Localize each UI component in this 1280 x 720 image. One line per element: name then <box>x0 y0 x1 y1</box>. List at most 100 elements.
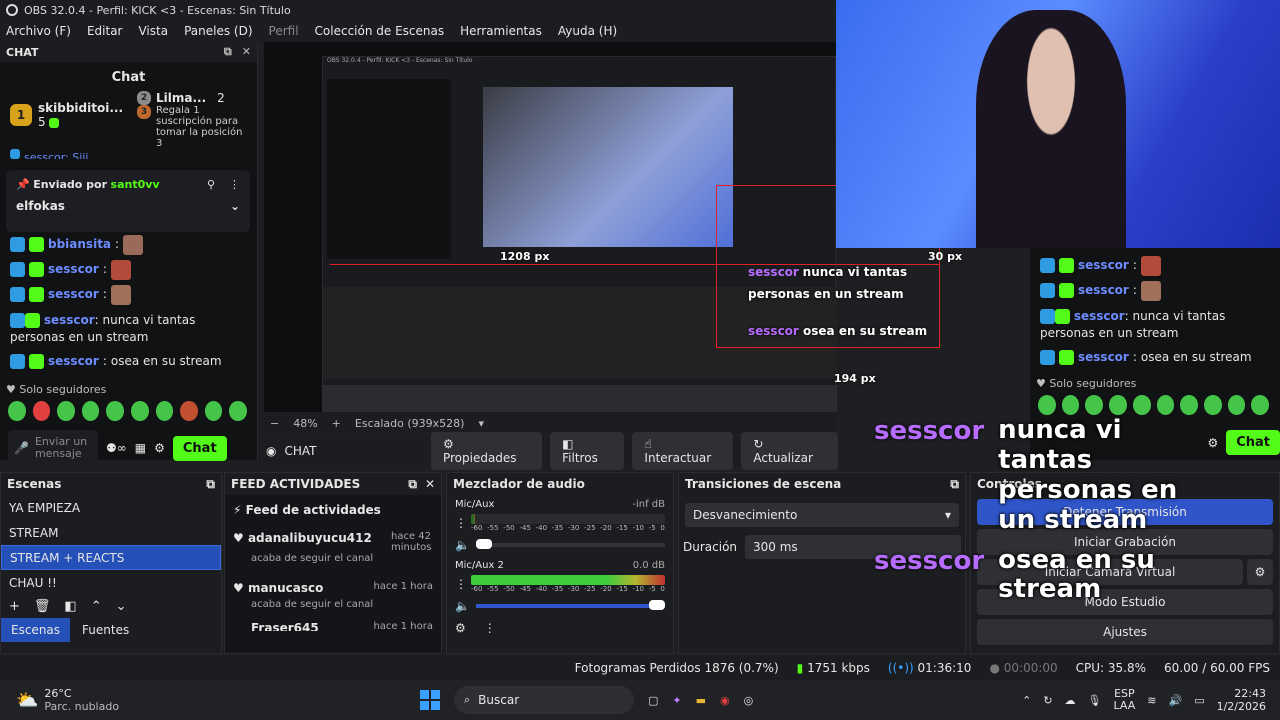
dropped-frames: Fotogramas Perdidos 1876 (0.7%) <box>574 661 779 675</box>
rec-time: 00:00:00 <box>1003 661 1058 675</box>
speaker-icon[interactable]: 🔈 <box>455 599 470 613</box>
chat-username[interactable]: sesscor <box>48 261 99 278</box>
emote-icon[interactable] <box>180 401 198 421</box>
feed-user[interactable]: manucasco <box>248 581 323 595</box>
add-icon[interactable]: + <box>9 599 20 614</box>
channel-menu-icon[interactable]: ⋮ <box>455 577 467 591</box>
meter-scale: -60 -55 -50 -45 -40 -35 -30 -25 -20 -15 -10 -5 0 <box>471 585 665 593</box>
chat-username[interactable]: sesscor <box>48 353 99 370</box>
feed-user[interactable]: Fraser645 <box>251 621 319 631</box>
emote-icon[interactable] <box>8 401 26 421</box>
gear-icon[interactable]: ⚙ <box>1207 436 1218 450</box>
emote-icon[interactable] <box>106 401 124 421</box>
tab-scenes[interactable]: Escenas <box>1 618 71 642</box>
mic-tray-icon[interactable]: 🎙 <box>1088 694 1102 707</box>
weather-widget[interactable]: ⛅ 26°C Parc. nublado <box>0 687 420 713</box>
tab-sources[interactable]: Fuentes <box>70 618 141 642</box>
gifter-2-name[interactable]: Lilma... <box>156 91 206 105</box>
close-icon[interactable]: ✕ <box>242 45 251 59</box>
emote-icon[interactable] <box>32 401 51 421</box>
gifter-1-name[interactable]: skibbiditoi... <box>38 101 123 115</box>
taskbar-search[interactable]: ⌕ Buscar <box>454 686 634 714</box>
chat-username[interactable]: sesscor <box>44 313 95 327</box>
pinned-text: elfokas <box>16 199 65 213</box>
language-indicator[interactable]: ESP LAA <box>1114 688 1136 712</box>
gear-icon[interactable]: ⚙ <box>154 441 165 455</box>
speaker-icon[interactable]: 🔈 <box>455 538 470 552</box>
volume-meter <box>471 575 665 585</box>
battery-icon[interactable]: ▭ <box>1194 694 1204 707</box>
settings-button[interactable]: Ajustes <box>977 619 1273 645</box>
copilot-icon[interactable]: ✦ <box>672 694 681 707</box>
volume-slider[interactable] <box>475 600 665 610</box>
zoom-in-icon[interactable]: + <box>332 417 341 430</box>
menu-profile[interactable]: Perfil <box>269 24 299 38</box>
chrome-icon[interactable]: ◉ <box>720 694 730 707</box>
windows-start-icon[interactable] <box>420 690 440 710</box>
menu-help[interactable]: Ayuda (H) <box>558 24 617 38</box>
store-icon[interactable]: ▦ <box>135 441 146 455</box>
trash-icon[interactable]: 🗑 <box>34 599 51 614</box>
chat-input[interactable]: Enviar un mensaje <box>35 436 92 460</box>
send-chat-button[interactable]: Chat <box>1226 430 1280 455</box>
float-icon[interactable]: ⧉ <box>408 477 417 492</box>
volume-handle[interactable] <box>475 539 492 549</box>
feed-user[interactable]: adanalibuyucu412 <box>248 531 372 545</box>
chat-username[interactable]: sesscor <box>48 286 99 303</box>
refresh-button[interactable]: ↻ Actualizar <box>741 432 838 470</box>
emote-icon[interactable] <box>204 401 223 421</box>
volume-icon[interactable]: 🔊 <box>1168 694 1182 707</box>
move-down-icon[interactable]: ⌄ <box>116 599 127 614</box>
float-icon[interactable]: ⧉ <box>224 45 232 59</box>
menu-docks[interactable]: Paneles (D) <box>184 24 252 38</box>
volume-handle[interactable] <box>649 600 665 610</box>
wifi-icon[interactable]: ≋ <box>1147 694 1156 707</box>
move-up-icon[interactable]: ⌃ <box>91 599 102 614</box>
menu-scene-collection[interactable]: Colección de Escenas <box>315 24 445 38</box>
microphone-icon[interactable]: 🎤 <box>14 441 29 455</box>
clock[interactable]: 22:43 1/2/2026 <box>1217 687 1266 713</box>
live-time: 01:36:10 <box>917 661 972 675</box>
more-icon[interactable]: ⋮ <box>484 621 496 635</box>
emote-icon[interactable] <box>57 401 75 421</box>
menu-edit[interactable]: Editar <box>87 24 123 38</box>
scene-item[interactable]: CHAU !! <box>1 570 221 595</box>
properties-button[interactable]: ⚙ Propiedades <box>430 432 543 470</box>
menu-file[interactable]: Archivo (F) <box>6 24 71 38</box>
volume-slider[interactable] <box>475 539 665 549</box>
emote-icon[interactable] <box>130 401 149 421</box>
more-icon[interactable]: ⋮ <box>229 178 240 191</box>
chevron-up-icon[interactable]: ⌃ <box>1022 694 1031 707</box>
chat-username[interactable]: bbiansita <box>48 236 111 253</box>
chevron-down-icon[interactable]: ▾ <box>478 417 484 430</box>
interact-button[interactable]: ☝ Interactuar <box>632 432 734 470</box>
send-chat-button[interactable]: Chat <box>172 435 227 461</box>
emoji-icon[interactable]: ⚉∞ <box>106 441 127 455</box>
filter-icon[interactable]: ◧ <box>64 599 76 614</box>
menu-tools[interactable]: Herramientas <box>460 24 542 38</box>
task-view-icon[interactable]: ▢ <box>648 694 658 707</box>
obs-icon[interactable]: ◎ <box>744 694 754 707</box>
file-explorer-icon[interactable]: ▬ <box>696 694 706 707</box>
pinned-message[interactable]: 📌 Enviado por sant0vv ⚲ ⋮ elfokas ⌄ <box>6 170 250 232</box>
channel-menu-icon[interactable]: ⋮ <box>455 516 467 530</box>
filters-button[interactable]: ◧ Filtros <box>550 432 625 470</box>
nested-preview <box>483 87 733 247</box>
chevron-down-icon[interactable]: ⌄ <box>230 199 240 213</box>
scene-item-selected[interactable]: STREAM + REACTS <box>1 545 221 570</box>
emote-icon[interactable] <box>229 401 247 421</box>
zoom-out-icon[interactable]: − <box>270 417 279 430</box>
float-icon[interactable]: ⧉ <box>206 477 215 492</box>
scene-item[interactable]: YA EMPIEZA <box>1 495 221 520</box>
scene-item[interactable]: STREAM <box>1 520 221 545</box>
menu-view[interactable]: Vista <box>138 24 168 38</box>
cloud-icon[interactable]: ☁ <box>1065 694 1076 707</box>
gear-icon[interactable]: ⚙ <box>1247 559 1273 585</box>
emote-icon[interactable] <box>81 401 100 421</box>
chat-text: osea en su stream <box>1140 349 1252 364</box>
unpin-icon[interactable]: ⚲ <box>207 178 215 191</box>
emote-icon[interactable] <box>155 401 174 421</box>
mixer-settings-icon[interactable]: ⚙ <box>455 621 466 635</box>
close-icon[interactable]: ✕ <box>425 477 435 492</box>
sync-icon[interactable]: ↻ <box>1043 694 1052 707</box>
